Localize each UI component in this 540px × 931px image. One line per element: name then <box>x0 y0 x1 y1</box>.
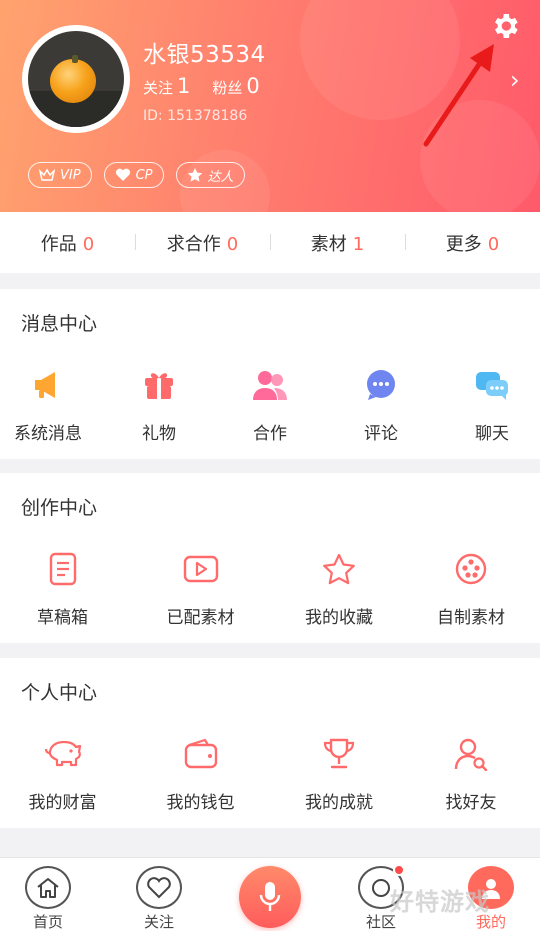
item-label: 找好友 <box>445 793 497 813</box>
badge-cp[interactable]: CP <box>103 162 164 188</box>
item-label: 礼物 <box>142 424 176 444</box>
tab-label: 关注 <box>143 913 174 931</box>
users-icon <box>250 365 290 405</box>
works-tab-works[interactable]: 作品 0 <box>0 230 135 256</box>
draft-icon <box>43 549 83 589</box>
works-label: 求合作 <box>166 233 221 255</box>
item-label: 系统消息 <box>14 424 82 444</box>
section-title: 创作中心 <box>21 497 98 519</box>
badge-vip[interactable]: VIP <box>28 162 92 188</box>
item-label: 聊天 <box>475 424 509 444</box>
item-label: 合作 <box>253 424 287 444</box>
fans-count[interactable]: 0 <box>246 74 259 98</box>
works-count: 0 <box>487 233 500 255</box>
works-count: 0 <box>82 233 95 255</box>
personal-item-achievements[interactable]: 我的成就 <box>276 734 402 813</box>
fans-label[interactable]: 粉丝 <box>212 77 242 98</box>
chat-icon <box>472 365 512 405</box>
record-button[interactable] <box>239 866 301 928</box>
creation-item-custom[interactable]: 自制素材 <box>402 549 540 628</box>
personal-item-find-friends[interactable]: 找好友 <box>402 734 540 813</box>
megaphone-icon <box>28 365 68 405</box>
wallet-icon <box>181 734 221 774</box>
following-label[interactable]: 关注 <box>143 77 173 98</box>
gift-icon <box>139 365 179 405</box>
notification-dot <box>393 864 405 876</box>
works-label: 作品 <box>40 233 77 255</box>
badge-expert[interactable]: 达人 <box>175 162 245 188</box>
profile-page: 水银53534 关注 1 粉丝 0 ID: 151378186 › VIP CP <box>0 0 540 931</box>
comment-icon <box>361 365 401 405</box>
avatar[interactable] <box>22 25 130 133</box>
microphone-icon <box>259 882 281 911</box>
message-item-chat[interactable]: 聊天 <box>444 365 540 444</box>
personal-center-section: 个人中心 我的财富 我的钱包 我的成就 找好友 <box>0 658 540 828</box>
username: 水银53534 <box>143 42 266 68</box>
badge-row: VIP CP 达人 <box>28 162 245 188</box>
badge-label: CP <box>135 167 153 183</box>
item-label: 评论 <box>364 424 398 444</box>
film-reel-icon <box>451 549 491 589</box>
message-item-cooperation[interactable]: 合作 <box>222 365 318 444</box>
personal-grid: 我的财富 我的钱包 我的成就 找好友 <box>0 734 540 813</box>
creation-grid: 草稿箱 已配素材 我的收藏 自制素材 <box>0 549 540 628</box>
chevron-right-icon[interactable]: › <box>510 66 520 94</box>
badge-label: VIP <box>60 167 81 183</box>
works-tab-material[interactable]: 素材 1 <box>270 230 405 256</box>
works-tab-cooperation[interactable]: 求合作 0 <box>135 230 270 256</box>
message-item-system[interactable]: 系统消息 <box>0 365 96 444</box>
gear-icon[interactable] <box>489 10 521 42</box>
red-arrow-annotation <box>423 44 494 147</box>
works-label: 素材 <box>310 233 347 255</box>
works-count: 1 <box>352 233 365 255</box>
section-title: 消息中心 <box>21 313 98 335</box>
tab-home[interactable]: 首页 <box>8 858 88 931</box>
creation-center-section: 创作中心 草稿箱 已配素材 我的收藏 自制素材 <box>0 473 540 643</box>
profile-header: 水银53534 关注 1 粉丝 0 ID: 151378186 › VIP CP <box>0 0 540 212</box>
home-icon <box>25 866 71 909</box>
following-count[interactable]: 1 <box>177 74 190 98</box>
tab-follow[interactable]: 关注 <box>119 858 199 931</box>
heart-outline-icon <box>136 866 182 909</box>
message-center-section: 消息中心 系统消息 礼物 合作 评论 聊天 <box>0 289 540 459</box>
video-icon <box>181 549 221 589</box>
personal-item-wealth[interactable]: 我的财富 <box>0 734 125 813</box>
section-title: 个人中心 <box>21 682 98 704</box>
watermark: 好特游戏 <box>390 888 490 916</box>
works-count: 0 <box>226 233 239 255</box>
message-item-gift[interactable]: 礼物 <box>96 365 222 444</box>
heart-icon <box>115 168 130 181</box>
works-bar: 作品 0 求合作 0 素材 1 更多 0 <box>0 212 540 273</box>
item-label: 已配素材 <box>166 608 235 628</box>
item-label: 自制素材 <box>437 608 505 628</box>
trophy-icon <box>319 734 359 774</box>
user-id: ID: 151378186 <box>143 108 248 124</box>
creation-item-drafts[interactable]: 草稿箱 <box>0 549 125 628</box>
message-grid: 系统消息 礼物 合作 评论 聊天 <box>0 365 540 444</box>
item-label: 我的收藏 <box>305 608 373 628</box>
piggy-bank-icon <box>43 734 83 774</box>
item-label: 草稿箱 <box>37 608 88 628</box>
follow-stats: 关注 1 粉丝 0 <box>143 74 282 98</box>
creation-item-matched[interactable]: 已配素材 <box>125 549 276 628</box>
crown-icon <box>39 168 55 181</box>
tab-label: 首页 <box>32 913 63 931</box>
creation-item-favorites[interactable]: 我的收藏 <box>276 549 402 628</box>
item-label: 我的钱包 <box>166 793 235 813</box>
item-label: 我的财富 <box>28 793 97 813</box>
star-outline-icon <box>319 549 359 589</box>
avatar-image <box>28 31 124 127</box>
message-item-comment[interactable]: 评论 <box>318 365 444 444</box>
star-icon <box>187 168 202 182</box>
works-label: 更多 <box>445 233 482 255</box>
badge-label: 达人 <box>207 169 234 185</box>
item-label: 我的成就 <box>305 793 373 813</box>
find-friend-icon <box>451 734 491 774</box>
works-tab-more[interactable]: 更多 0 <box>405 230 540 256</box>
personal-item-wallet[interactable]: 我的钱包 <box>125 734 276 813</box>
